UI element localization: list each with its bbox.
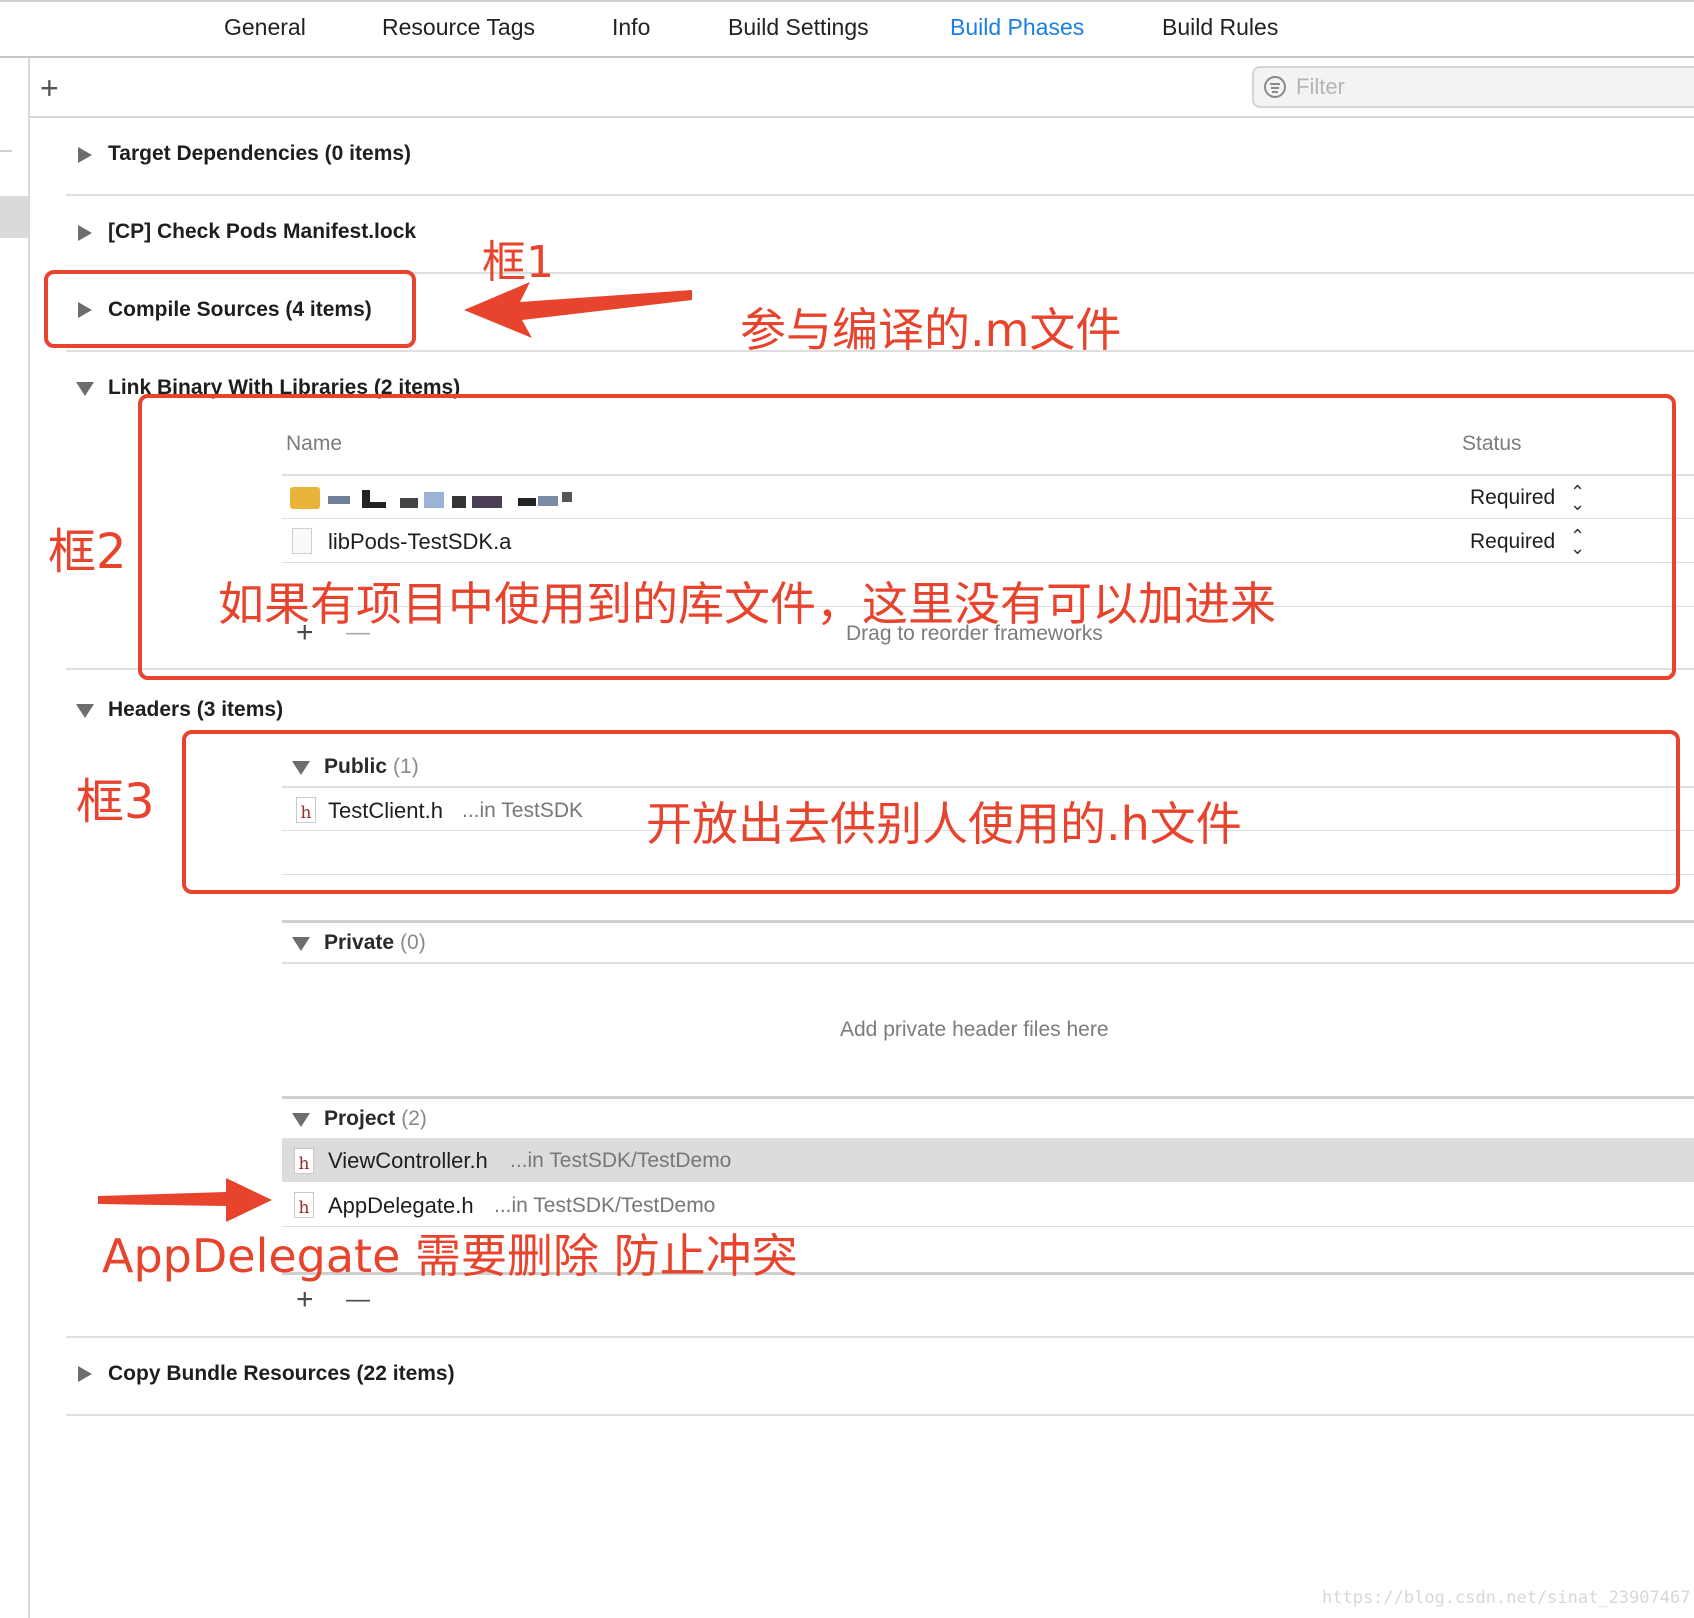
empty-hint: Add private header files here — [840, 1018, 1109, 1041]
file-path: ...in TestSDK/TestDemo — [494, 1194, 716, 1217]
header-file-icon: h — [294, 1192, 314, 1218]
phase-divider — [66, 1336, 1694, 1338]
group-top-border — [282, 1096, 1694, 1099]
tab-resource-tags[interactable]: Resource Tags — [382, 14, 535, 41]
toolbar-divider — [30, 116, 1694, 118]
group-top-border — [282, 920, 1694, 923]
disclosure-down-icon[interactable] — [292, 1113, 310, 1127]
annotation-box-1 — [44, 270, 416, 348]
add-header-button[interactable]: + — [296, 1285, 314, 1315]
annotation-box-2 — [138, 394, 1676, 680]
file-name: AppDelegate.h — [328, 1193, 474, 1218]
annotation-label-3: 框3 — [76, 774, 155, 830]
group-label: Project — [324, 1107, 396, 1130]
annotation-text-2: 如果有项目中使用到的库文件，这里没有可以加进来 — [218, 577, 1276, 631]
filter-icon — [1264, 76, 1286, 98]
sidebar-divider — [28, 58, 30, 1618]
phase-divider — [66, 1414, 1694, 1416]
group-count: (0) — [400, 931, 426, 954]
header-file-icon: h — [294, 1148, 314, 1174]
group-count: (2) — [401, 1107, 427, 1130]
tab-bar-divider — [0, 56, 1694, 58]
watermark: https://blog.csdn.net/sinat_23907467 — [1322, 1588, 1691, 1608]
annotation-text-3: 开放出去供别人使用的.h文件 — [646, 797, 1242, 851]
phase-title: Copy Bundle Resources (22 items) — [108, 1362, 455, 1385]
filter-placeholder: Filter — [1296, 74, 1345, 99]
file-name: ViewController.h — [328, 1148, 488, 1173]
disclosure-down-icon[interactable] — [292, 937, 310, 951]
annotation-text-1: 参与编译的.m文件 — [740, 303, 1122, 357]
group-label: Private — [324, 931, 395, 954]
tab-general[interactable]: General — [224, 14, 306, 41]
file-path: ...in TestSDK/TestDemo — [510, 1149, 732, 1172]
group-title: Private (0) — [324, 931, 426, 955]
tab-info[interactable]: Info — [612, 14, 650, 41]
remove-header-button[interactable]: — — [346, 1285, 370, 1315]
annotation-label-2: 框2 — [48, 524, 127, 580]
filter-field[interactable]: Filter — [1252, 66, 1694, 108]
disclosure-right-icon[interactable] — [78, 225, 92, 241]
tab-build-rules[interactable]: Build Rules — [1162, 14, 1278, 41]
sidebar-tick — [0, 150, 12, 152]
top-border — [0, 0, 1694, 2]
disclosure-down-icon[interactable] — [76, 382, 94, 396]
group-divider — [282, 962, 1694, 964]
phase-title: [CP] Check Pods Manifest.lock — [108, 220, 417, 243]
add-phase-button[interactable]: + — [40, 72, 59, 104]
disclosure-right-icon[interactable] — [78, 147, 92, 163]
annotation-text-4: AppDelegate 需要删除 防止冲突 — [102, 1229, 798, 1283]
annotation-arrow-1 — [464, 282, 692, 338]
selected-row[interactable]: h ViewController.h ...in TestSDK/TestDem… — [282, 1140, 1694, 1182]
tab-build-settings[interactable]: Build Settings — [728, 14, 869, 41]
phase-title: Target Dependencies (0 items) — [108, 142, 412, 165]
disclosure-down-icon[interactable] — [76, 704, 94, 718]
phase-divider — [66, 194, 1694, 196]
group-title: Project (2) — [324, 1107, 427, 1131]
annotation-arrow-2 — [98, 1178, 272, 1222]
disclosure-right-icon[interactable] — [78, 1366, 92, 1382]
tab-build-phases[interactable]: Build Phases — [950, 14, 1084, 41]
phase-title: Headers (3 items) — [108, 698, 284, 721]
sidebar-selection-stub — [0, 196, 28, 238]
